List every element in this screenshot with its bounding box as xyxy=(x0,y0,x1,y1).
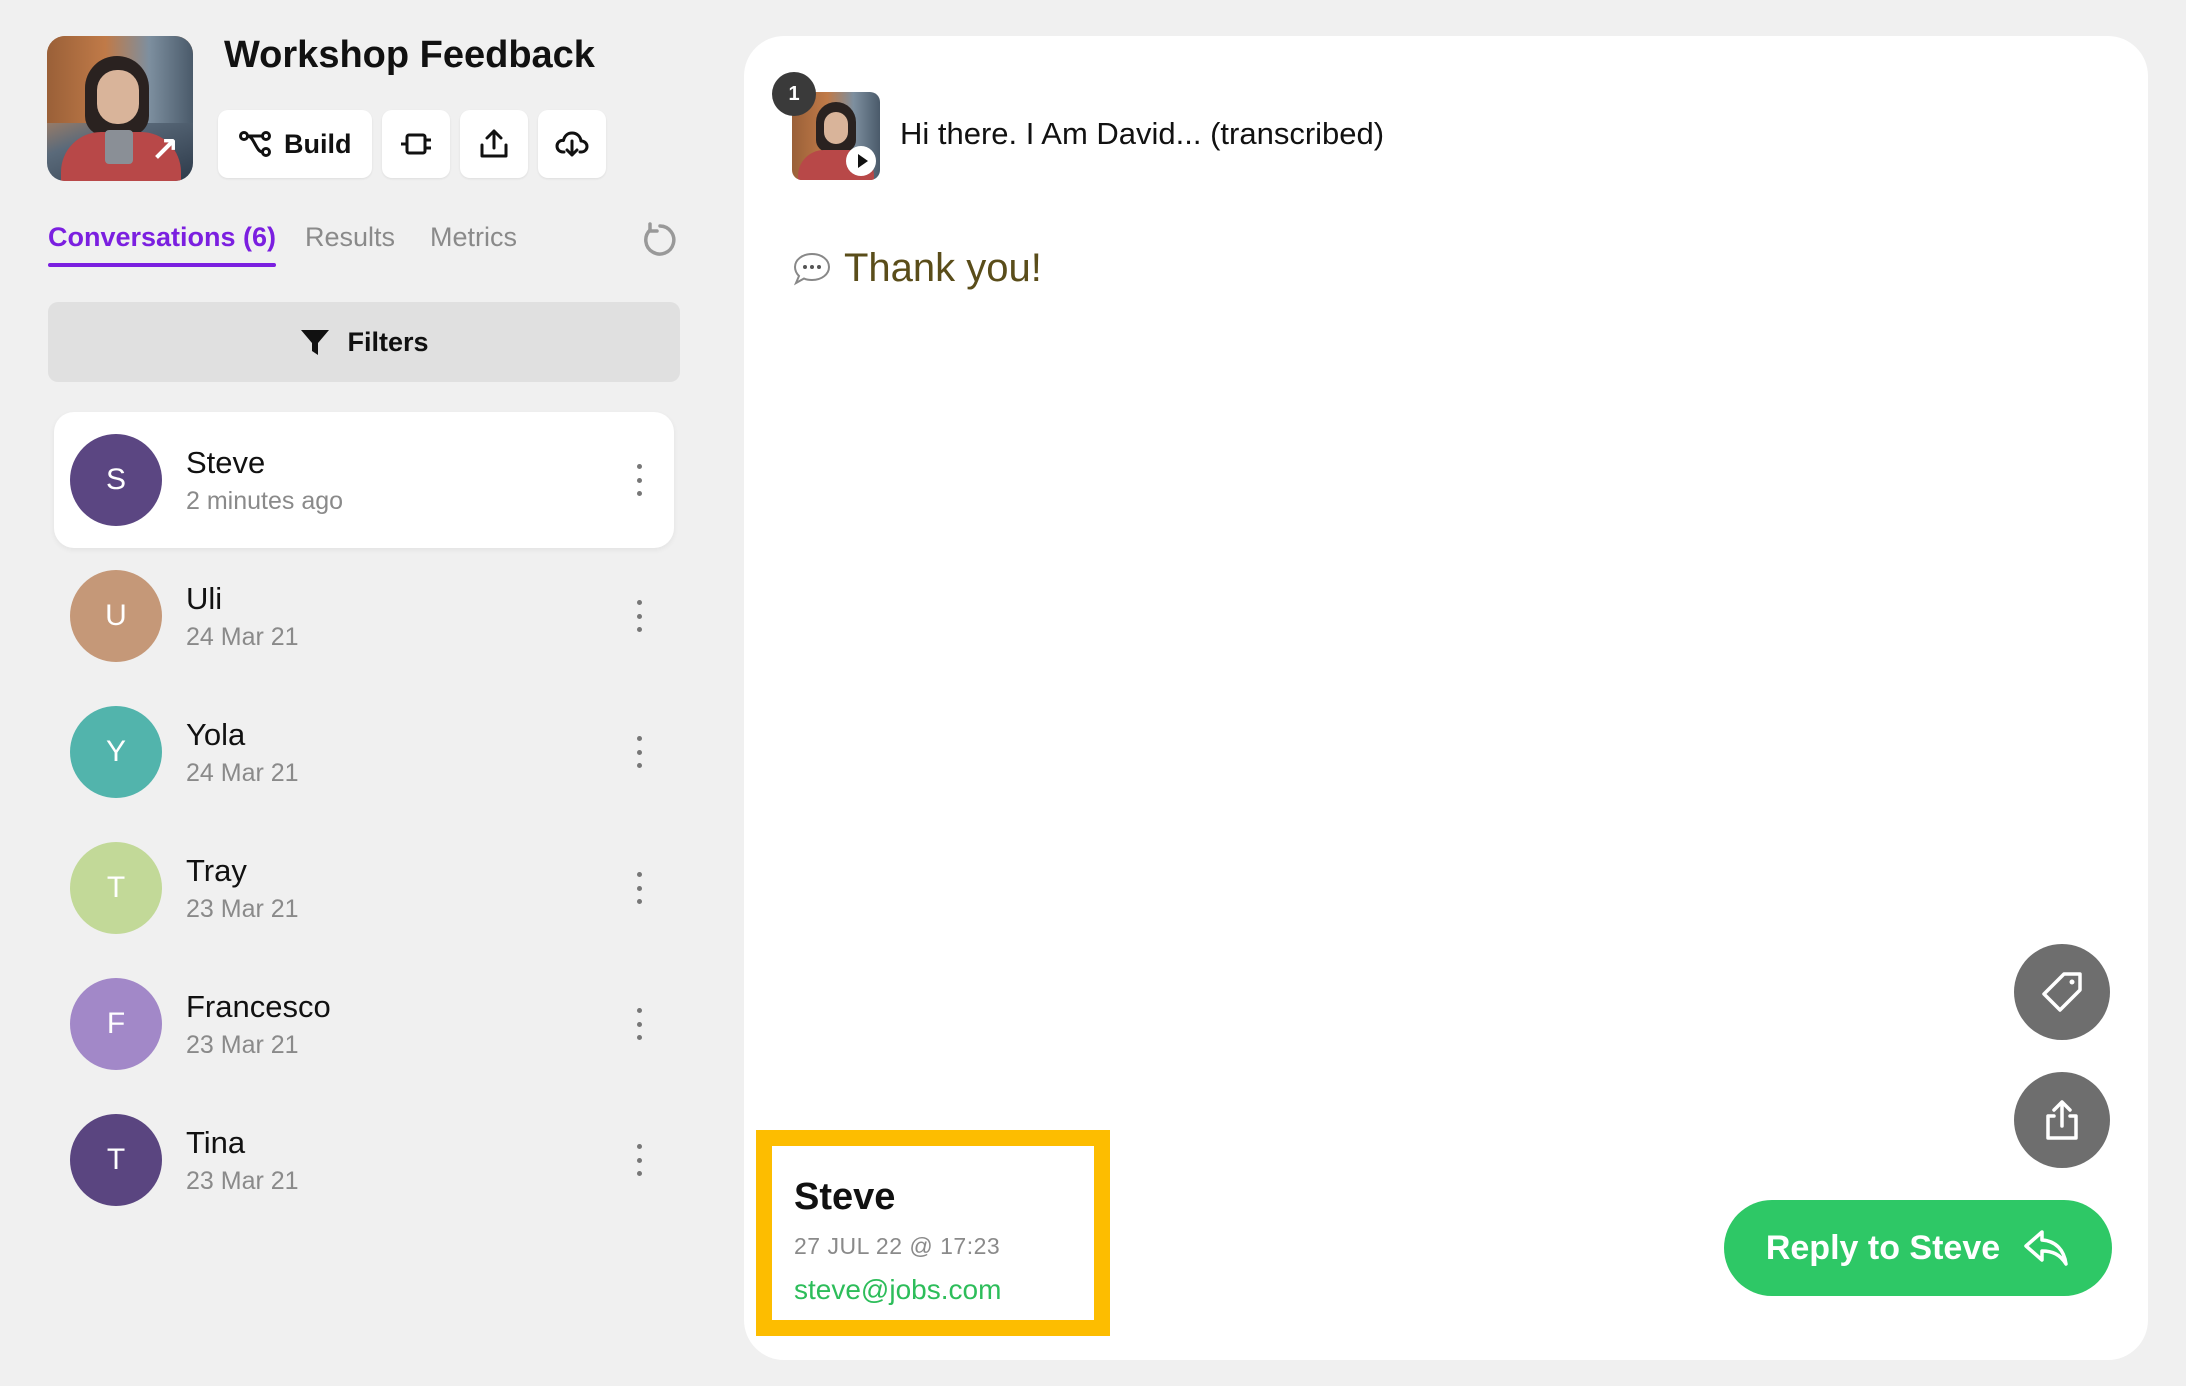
share-icon xyxy=(2046,1100,2078,1140)
contact-timestamp: 27 JUL 22 @ 17:23 xyxy=(794,1233,1001,1259)
conversation-name: Francesco xyxy=(186,988,331,1024)
response-text-row: Thank you! xyxy=(792,246,1042,291)
flow-icon xyxy=(239,131,271,157)
more-options-icon[interactable] xyxy=(634,736,644,768)
embed-button[interactable] xyxy=(381,110,450,178)
avatar: T xyxy=(70,842,162,934)
conversation-name: Steve xyxy=(186,444,266,480)
avatar: F xyxy=(70,978,162,1070)
conversation-item-francesco[interactable]: F Francesco 23 Mar 21 xyxy=(54,956,674,1092)
step-number-badge: 1 xyxy=(772,72,816,116)
build-button[interactable]: Build xyxy=(218,110,372,178)
filters-label: Filters xyxy=(347,326,429,357)
tag-button[interactable] xyxy=(2014,944,2110,1040)
upload-icon xyxy=(480,129,507,158)
conversation-item-tray[interactable]: T Tray 23 Mar 21 xyxy=(54,820,674,956)
message-title: Hi there. I Am David... (transcribed) xyxy=(900,116,1385,151)
cloud-download-icon xyxy=(555,131,588,157)
conversation-date: 2 minutes ago xyxy=(186,486,344,515)
play-icon[interactable] xyxy=(846,146,876,176)
conversation-date: 23 Mar 21 xyxy=(186,1030,299,1059)
reply-button-label: Reply to Steve xyxy=(1765,1228,2001,1267)
conversation-date: 23 Mar 21 xyxy=(186,894,299,923)
filter-icon xyxy=(301,330,330,355)
video-thumbnail[interactable]: ↗ xyxy=(47,36,193,181)
refresh-icon[interactable] xyxy=(640,220,680,260)
reply-arrow-icon xyxy=(2024,1230,2068,1266)
conversation-item-tina[interactable]: T Tina 23 Mar 21 xyxy=(54,1092,674,1228)
avatar: S xyxy=(70,434,162,526)
avatar: T xyxy=(70,1114,162,1206)
toolbar: Build xyxy=(218,110,606,178)
response-text: Thank you! xyxy=(844,246,1042,290)
conversation-date: 23 Mar 21 xyxy=(186,1166,299,1195)
build-label: Build xyxy=(284,128,352,159)
conversation-list: S Steve 2 minutes ago U Uli 24 Mar 21 Y … xyxy=(54,412,674,1228)
contact-name: Steve xyxy=(794,1176,896,1218)
more-options-icon[interactable] xyxy=(634,872,644,904)
conversation-name: Yola xyxy=(186,716,246,752)
conversation-date: 24 Mar 21 xyxy=(186,758,299,787)
open-external-icon: ↗ xyxy=(150,131,180,169)
tabs: Conversations (6) Results Metrics xyxy=(48,222,680,272)
download-button[interactable] xyxy=(537,110,606,178)
conversation-name: Tray xyxy=(186,852,247,888)
avatar: U xyxy=(70,570,162,662)
conversation-item-yola[interactable]: Y Yola 24 Mar 21 xyxy=(54,684,674,820)
conversation-item-uli[interactable]: U Uli 24 Mar 21 xyxy=(54,548,674,684)
more-options-icon[interactable] xyxy=(634,600,644,632)
share-conversation-button[interactable] xyxy=(2014,1072,2110,1168)
conversation-name: Uli xyxy=(186,580,223,616)
plug-icon xyxy=(400,133,431,155)
tab-results[interactable]: Results xyxy=(305,222,395,253)
more-options-icon[interactable] xyxy=(634,1144,644,1176)
page-title: Workshop Feedback xyxy=(224,34,595,76)
conversation-date: 24 Mar 21 xyxy=(186,622,299,651)
speech-bubble-icon xyxy=(793,252,831,285)
more-options-icon[interactable] xyxy=(634,1008,644,1040)
conversation-name: Tina xyxy=(186,1124,246,1160)
share-button[interactable] xyxy=(459,110,528,178)
more-options-icon[interactable] xyxy=(634,464,644,496)
avatar: Y xyxy=(70,706,162,798)
conversation-item-steve[interactable]: S Steve 2 minutes ago xyxy=(54,412,674,548)
contact-info-card: Steve 27 JUL 22 @ 17:23 steve@jobs.com xyxy=(756,1130,1110,1336)
filters-button[interactable]: Filters xyxy=(48,302,680,382)
tab-conversations[interactable]: Conversations (6) xyxy=(48,222,277,267)
tab-metrics[interactable]: Metrics xyxy=(430,222,517,253)
conversation-detail-panel: 1 Hi there. I Am David... (transcribed) … xyxy=(744,36,2148,1360)
tag-icon xyxy=(2042,972,2082,1012)
contact-email-link[interactable]: steve@jobs.com xyxy=(794,1274,1094,1306)
reply-button[interactable]: Reply to Steve xyxy=(1724,1200,2112,1296)
